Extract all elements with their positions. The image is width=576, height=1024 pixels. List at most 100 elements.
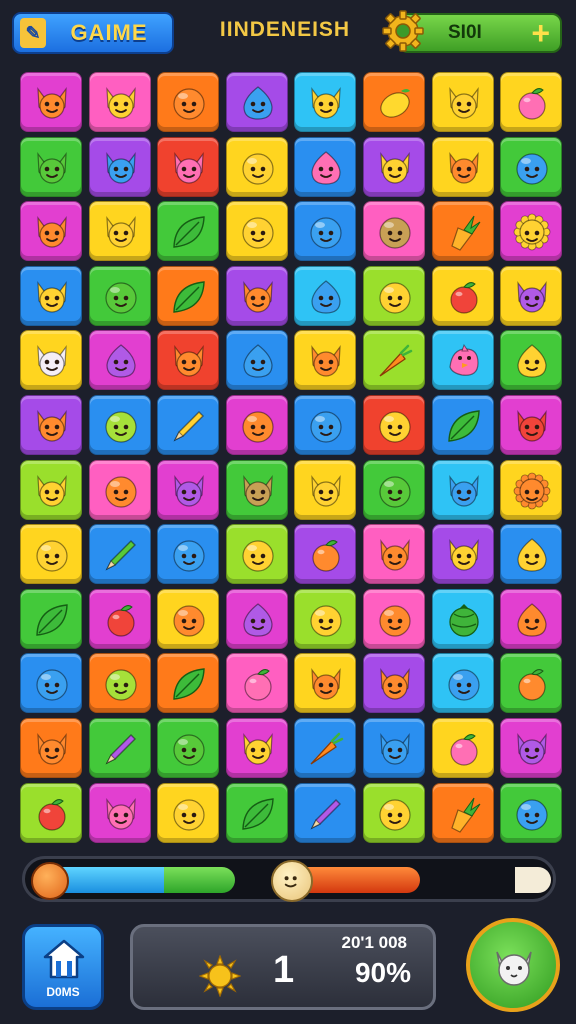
game-button[interactable]: ✎ GAIME (12, 12, 174, 54)
board-tile[interactable] (432, 72, 494, 132)
board-tile[interactable] (89, 460, 151, 520)
board-tile[interactable] (363, 72, 425, 132)
board-tile[interactable] (157, 524, 219, 584)
board-tile[interactable] (89, 718, 151, 778)
board-tile[interactable] (294, 783, 356, 843)
board-tile[interactable] (226, 718, 288, 778)
board-tile[interactable] (157, 589, 219, 649)
board-tile[interactable] (363, 201, 425, 261)
board-tile[interactable] (89, 524, 151, 584)
board-tile[interactable] (500, 72, 562, 132)
board-tile[interactable] (294, 718, 356, 778)
board-tile[interactable] (500, 395, 562, 455)
board-tile[interactable] (20, 395, 82, 455)
board-tile[interactable] (432, 395, 494, 455)
board-tile[interactable] (432, 653, 494, 713)
board-tile[interactable] (432, 589, 494, 649)
board-tile[interactable] (20, 524, 82, 584)
board-tile[interactable] (294, 72, 356, 132)
board-tile[interactable] (89, 395, 151, 455)
board-tile[interactable] (226, 137, 288, 197)
board-tile[interactable] (363, 653, 425, 713)
board-tile[interactable] (500, 783, 562, 843)
board-tile[interactable] (226, 589, 288, 649)
character-button[interactable] (466, 918, 560, 1012)
board-tile[interactable] (500, 460, 562, 520)
board-tile[interactable] (294, 395, 356, 455)
board-tile[interactable] (89, 783, 151, 843)
board-tile[interactable] (20, 589, 82, 649)
board-tile[interactable] (226, 201, 288, 261)
board-tile[interactable] (432, 783, 494, 843)
board-tile[interactable] (226, 783, 288, 843)
board-tile[interactable] (226, 72, 288, 132)
board-tile[interactable] (363, 266, 425, 326)
board-tile[interactable] (20, 718, 82, 778)
board-tile[interactable] (363, 718, 425, 778)
board-tile[interactable] (157, 137, 219, 197)
progress-slider-knob[interactable] (271, 860, 313, 902)
board-tile[interactable] (157, 72, 219, 132)
home-button[interactable]: D0MS (22, 924, 104, 1010)
board-tile[interactable] (363, 460, 425, 520)
board-tile[interactable] (89, 330, 151, 390)
board-tile[interactable] (294, 460, 356, 520)
board-tile[interactable] (432, 201, 494, 261)
board-tile[interactable] (363, 330, 425, 390)
board-tile[interactable] (500, 524, 562, 584)
board-tile[interactable] (363, 783, 425, 843)
board-tile[interactable] (157, 460, 219, 520)
board-tile[interactable] (157, 266, 219, 326)
board-tile[interactable] (363, 589, 425, 649)
board-tile[interactable] (294, 137, 356, 197)
board-tile[interactable] (157, 330, 219, 390)
board-tile[interactable] (363, 524, 425, 584)
board-tile[interactable] (363, 395, 425, 455)
board-tile[interactable] (294, 330, 356, 390)
add-currency-button[interactable]: + (531, 15, 550, 51)
board-tile[interactable] (20, 460, 82, 520)
board-tile[interactable] (226, 524, 288, 584)
board-tile[interactable] (294, 589, 356, 649)
board-tile[interactable] (500, 589, 562, 649)
board-tile[interactable] (20, 266, 82, 326)
board-tile[interactable] (157, 718, 219, 778)
board-tile[interactable] (432, 460, 494, 520)
board-tile[interactable] (500, 266, 562, 326)
board-tile[interactable] (20, 201, 82, 261)
board-tile[interactable] (89, 653, 151, 713)
board-tile[interactable] (294, 653, 356, 713)
board-tile[interactable] (500, 330, 562, 390)
board-tile[interactable] (500, 201, 562, 261)
board-tile[interactable] (432, 330, 494, 390)
board-tile[interactable] (226, 330, 288, 390)
board-tile[interactable] (363, 137, 425, 197)
board-tile[interactable] (20, 330, 82, 390)
board-tile[interactable] (294, 266, 356, 326)
board-tile[interactable] (294, 201, 356, 261)
board-tile[interactable] (89, 72, 151, 132)
board-tile[interactable] (89, 201, 151, 261)
board-tile[interactable] (226, 460, 288, 520)
board-tile[interactable] (432, 137, 494, 197)
board-tile[interactable] (20, 137, 82, 197)
board-tile[interactable] (157, 783, 219, 843)
board-tile[interactable] (432, 718, 494, 778)
board-tile[interactable] (294, 524, 356, 584)
board-tile[interactable] (432, 266, 494, 326)
board-tile[interactable] (89, 589, 151, 649)
board-tile[interactable] (500, 718, 562, 778)
board-tile[interactable] (432, 524, 494, 584)
board-tile[interactable] (157, 653, 219, 713)
board-tile[interactable] (500, 653, 562, 713)
board-tile[interactable] (226, 653, 288, 713)
board-tile[interactable] (226, 266, 288, 326)
board-tile[interactable] (226, 395, 288, 455)
board-tile[interactable] (500, 137, 562, 197)
board-tile[interactable] (89, 137, 151, 197)
board-tile[interactable] (157, 201, 219, 261)
board-tile[interactable] (20, 783, 82, 843)
board-tile[interactable] (89, 266, 151, 326)
board-tile[interactable] (20, 72, 82, 132)
board-tile[interactable] (157, 395, 219, 455)
